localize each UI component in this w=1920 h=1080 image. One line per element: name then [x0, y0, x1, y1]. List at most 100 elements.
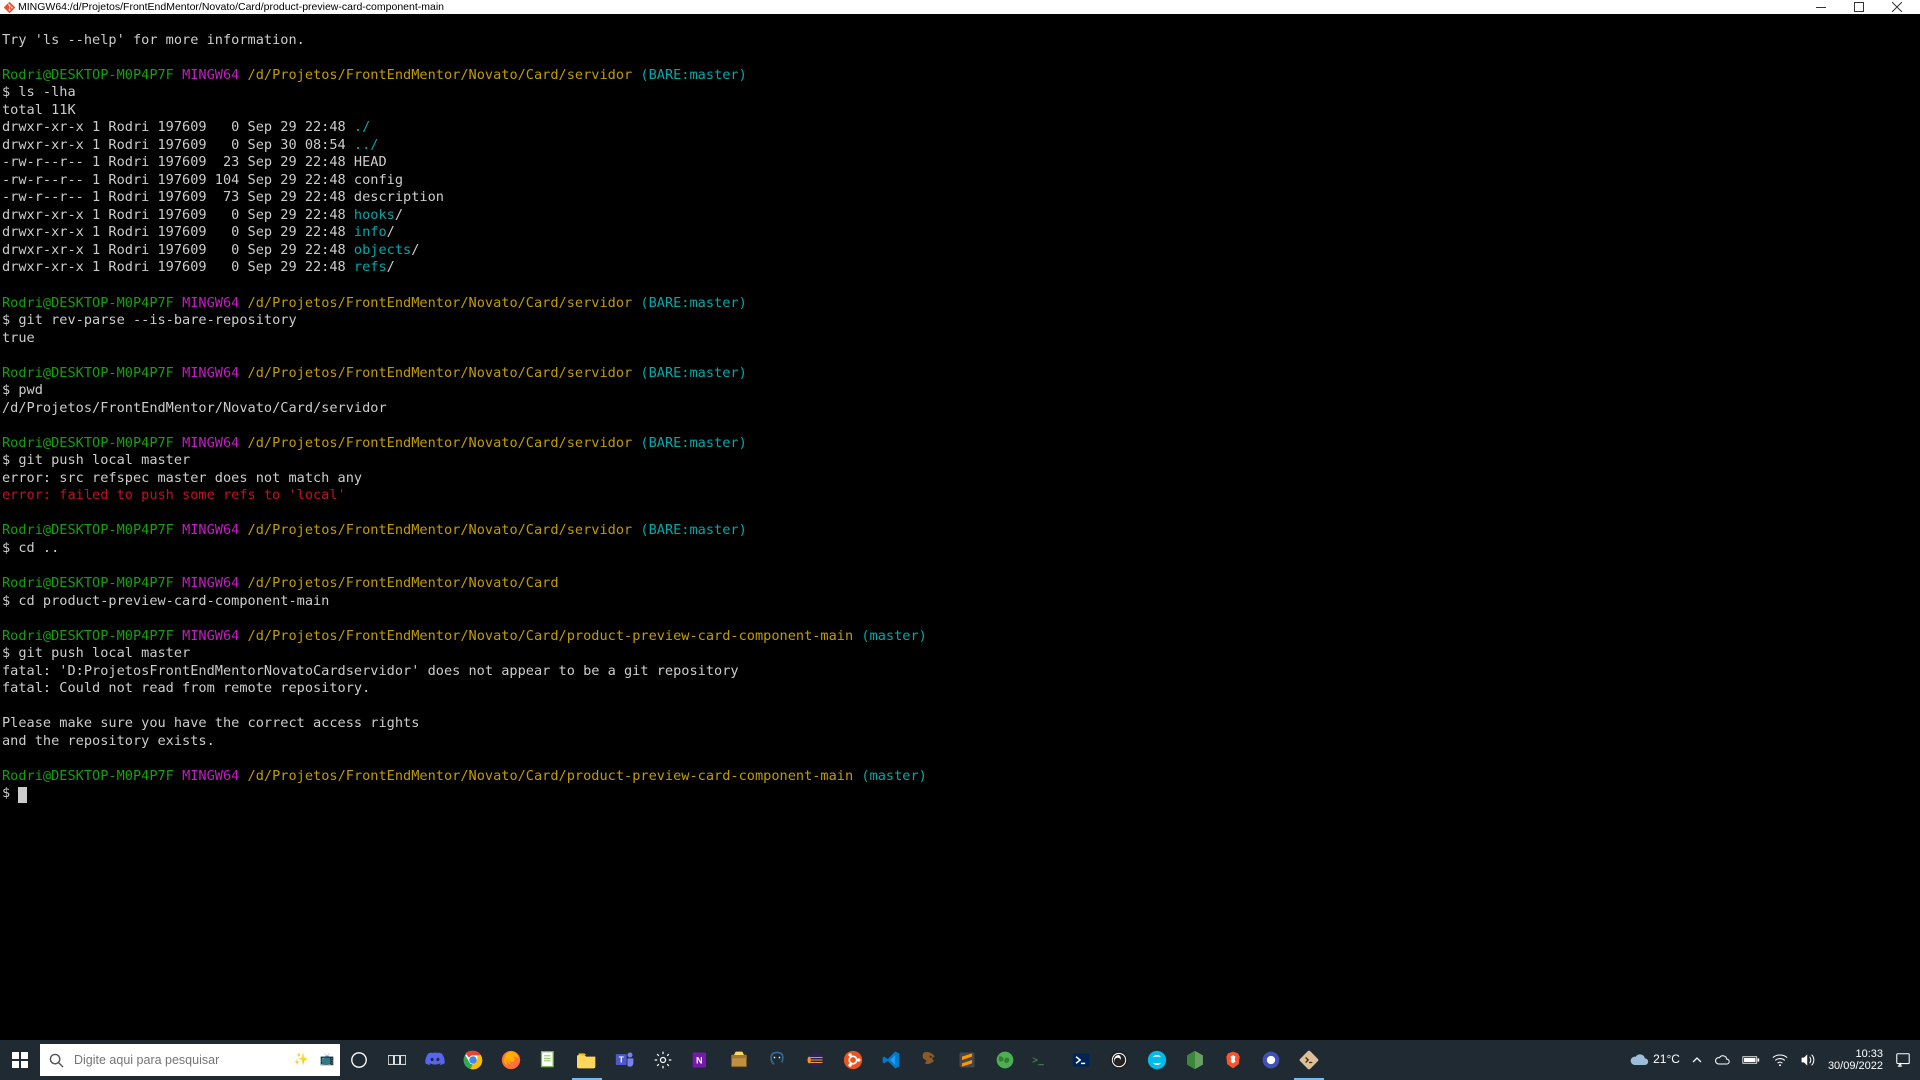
command-line: $ cd product-preview-card-component-main — [2, 593, 329, 609]
prompt-user: Rodri@DESKTOP-M0P4P7F — [2, 295, 174, 311]
app-postgres-icon[interactable] — [758, 1040, 796, 1080]
prompt-env: MINGW64 — [182, 67, 239, 83]
app-settings-icon[interactable] — [644, 1040, 682, 1080]
taskbar: ✨ 📺 T N >_ — [0, 1040, 1920, 1080]
output-line: Please make sure you have the correct ac… — [2, 715, 419, 731]
app-node-icon[interactable] — [1176, 1040, 1214, 1080]
prompt-path: /d/Projetos/FrontEndMentor/Novato/Card/p… — [248, 628, 854, 644]
app-gitbash-icon[interactable] — [1290, 1040, 1328, 1080]
clock[interactable]: 10:33 30/09/2022 — [1823, 1040, 1888, 1080]
prompt-dollar: $ — [2, 785, 10, 801]
prompt-env: MINGW64 — [182, 365, 239, 381]
prompt-branch: (master) — [861, 628, 926, 644]
app-powershell-icon[interactable] — [1062, 1040, 1100, 1080]
clock-time: 10:33 — [1855, 1048, 1883, 1060]
app-globe-icon[interactable] — [986, 1040, 1024, 1080]
app-onenote-icon[interactable]: N — [682, 1040, 720, 1080]
tray-chevron-up-icon[interactable] — [1687, 1040, 1707, 1080]
prompt-user: Rodri@DESKTOP-M0P4P7F — [2, 628, 174, 644]
app-winrar-icon[interactable] — [720, 1040, 758, 1080]
slash: / — [387, 259, 395, 275]
svg-text:T: T — [619, 1055, 624, 1065]
prompt-user: Rodri@DESKTOP-M0P4P7F — [2, 435, 174, 451]
taskview-button[interactable] — [378, 1040, 416, 1080]
command-line: $ ls -lha — [2, 84, 76, 100]
start-button[interactable] — [0, 1040, 40, 1080]
command-line: $ cd .. — [2, 540, 59, 556]
svg-text:N: N — [696, 1055, 703, 1065]
maximize-button[interactable] — [1840, 0, 1878, 14]
output-line: and the repository exists. — [2, 733, 215, 749]
prompt-env: MINGW64 — [182, 295, 239, 311]
search-icon — [40, 1053, 72, 1068]
close-button[interactable] — [1878, 0, 1916, 14]
output-line: drwxr-xr-x 1 Rodri 197609 0 Sep 29 22:48 — [2, 224, 354, 240]
search-box[interactable]: ✨ 📺 — [40, 1044, 340, 1076]
tray-cloud-icon[interactable] — [1709, 1040, 1735, 1080]
output-line: drwxr-xr-x 1 Rodri 197609 0 Sep 30 08:54 — [2, 137, 354, 153]
slash: / — [387, 224, 395, 240]
dir-entry: ./ — [354, 119, 370, 135]
prompt-branch: (master) — [861, 768, 926, 784]
tray-battery-icon[interactable] — [1737, 1040, 1765, 1080]
prompt-user: Rodri@DESKTOP-M0P4P7F — [2, 768, 174, 784]
app-dbeaver-icon[interactable] — [910, 1040, 948, 1080]
cursor — [18, 787, 27, 803]
prompt-branch: (BARE:master) — [640, 522, 746, 538]
sparkle-icon: ✨ — [288, 1052, 314, 1067]
cortana-button[interactable] — [340, 1040, 378, 1080]
prompt-path: /d/Projetos/FrontEndMentor/Novato/Card/s… — [248, 522, 633, 538]
dir-entry: objects — [354, 242, 411, 258]
app-discord-icon[interactable] — [416, 1040, 454, 1080]
dir-entry: ../ — [354, 137, 379, 153]
app-ubuntu-icon[interactable] — [834, 1040, 872, 1080]
notifications-icon[interactable] — [1890, 1040, 1916, 1080]
tv-icon: 📺 — [314, 1052, 340, 1067]
app-vscode-icon[interactable] — [872, 1040, 910, 1080]
output-line: -rw-r--r-- 1 Rodri 197609 73 Sep 29 22:4… — [2, 189, 444, 205]
prompt-path: /d/Projetos/FrontEndMentor/Novato/Card/p… — [248, 768, 854, 784]
prompt-branch: (BARE:master) — [640, 67, 746, 83]
titlebar[interactable]: MINGW64:/d/Projetos/FrontEndMentor/Novat… — [0, 0, 1920, 14]
output-line: drwxr-xr-x 1 Rodri 197609 0 Sep 29 22:48 — [2, 242, 354, 258]
command-line: $ git push local master — [2, 645, 190, 661]
app-circle-icon[interactable] — [1252, 1040, 1290, 1080]
prompt-user: Rodri@DESKTOP-M0P4P7F — [2, 522, 174, 538]
output-line: -rw-r--r-- 1 Rodri 197609 23 Sep 29 22:4… — [2, 154, 387, 170]
prompt-user: Rodri@DESKTOP-M0P4P7F — [2, 575, 174, 591]
app-obs-icon[interactable] — [1100, 1040, 1138, 1080]
weather-widget[interactable]: 21°C — [1624, 1040, 1685, 1080]
app-sublime-icon[interactable] — [948, 1040, 986, 1080]
app-notepadpp-icon[interactable] — [530, 1040, 568, 1080]
command-line: $ pwd — [2, 382, 43, 398]
prompt-env: MINGW64 — [182, 768, 239, 784]
clock-date: 30/09/2022 — [1828, 1060, 1883, 1072]
app-brave-icon[interactable] — [1214, 1040, 1252, 1080]
app-teams-icon[interactable]: T — [606, 1040, 644, 1080]
output-line: drwxr-xr-x 1 Rodri 197609 0 Sep 29 22:48 — [2, 207, 354, 223]
search-input[interactable] — [72, 1043, 288, 1077]
taskbar-apps: T N >_ — [340, 1040, 1328, 1080]
app-chrome-icon[interactable] — [454, 1040, 492, 1080]
terminal[interactable]: Try 'ls --help' for more information. Ro… — [0, 14, 1920, 1040]
error-line: error: failed to push some refs to 'loca… — [2, 487, 346, 503]
app-explorer-icon[interactable] — [568, 1040, 606, 1080]
dir-entry: hooks — [354, 207, 395, 223]
app-run-icon[interactable]: >_ — [1024, 1040, 1062, 1080]
app-eclipse-icon[interactable] — [796, 1040, 834, 1080]
prompt-branch: (BARE:master) — [640, 295, 746, 311]
app-window: MINGW64:/d/Projetos/FrontEndMentor/Novat… — [0, 0, 1920, 1080]
output-line: /d/Projetos/FrontEndMentor/Novato/Card/s… — [2, 400, 387, 416]
prompt-env: MINGW64 — [182, 435, 239, 451]
output-line: total 11K — [2, 102, 76, 118]
slash: / — [411, 242, 419, 258]
prompt-env: MINGW64 — [182, 628, 239, 644]
app-firefox-icon[interactable] — [492, 1040, 530, 1080]
tray-volume-icon[interactable] — [1795, 1040, 1821, 1080]
prompt-path: /d/Projetos/FrontEndMentor/Novato/Card/s… — [248, 67, 633, 83]
app-webex-icon[interactable] — [1138, 1040, 1176, 1080]
prompt-user: Rodri@DESKTOP-M0P4P7F — [2, 365, 174, 381]
minimize-button[interactable] — [1802, 0, 1840, 14]
prompt-env: MINGW64 — [182, 575, 239, 591]
tray-wifi-icon[interactable] — [1767, 1040, 1793, 1080]
